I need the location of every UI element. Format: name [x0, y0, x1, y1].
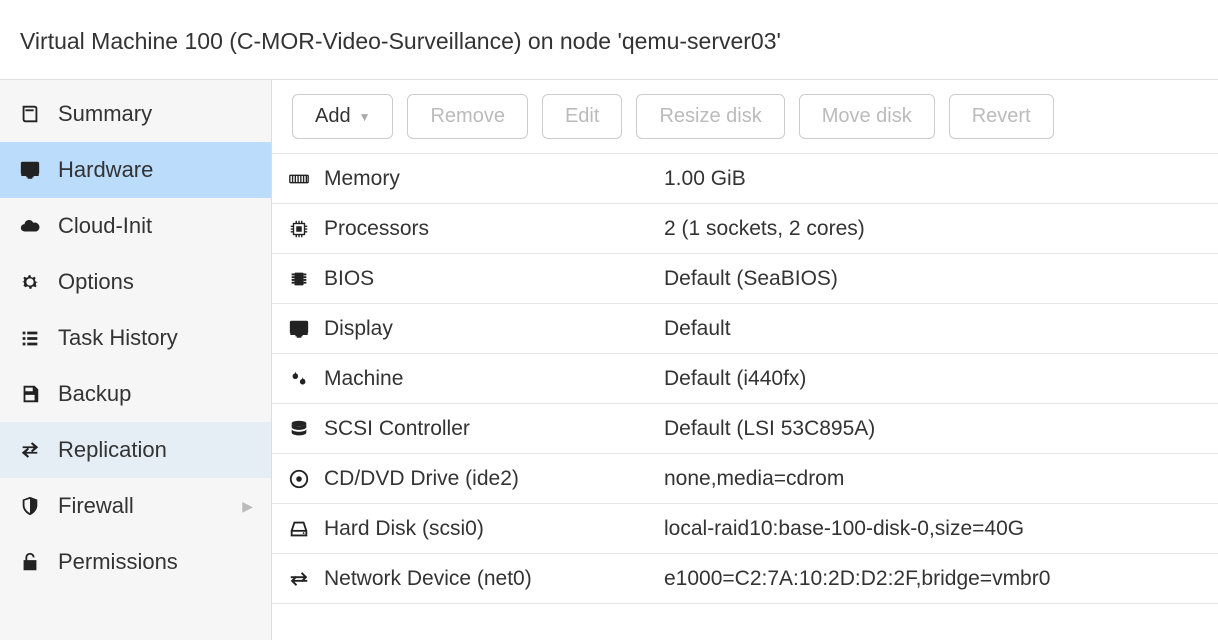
sidebar-item-label: Replication [58, 437, 167, 463]
chevron-right-icon: ▶ [242, 498, 253, 515]
hardware-row-label: Display [324, 317, 664, 341]
desktop-icon [288, 318, 324, 340]
hardware-row-value: 1.00 GiB [664, 167, 1202, 191]
sidebar-item-label: Backup [58, 381, 131, 407]
cpu-icon [288, 218, 324, 240]
hardware-row-label: CD/DVD Drive (ide2) [324, 467, 664, 491]
sidebar-item-label: Task History [58, 325, 178, 351]
unlock-icon [18, 551, 42, 573]
network-icon [288, 568, 324, 590]
hardware-row-cd-dvd-drive-ide2[interactable]: CD/DVD Drive (ide2)none,media=cdrom [272, 454, 1218, 504]
sidebar-item-label: Summary [58, 101, 152, 127]
hardware-row-label: Memory [324, 167, 664, 191]
gear-icon [18, 271, 42, 293]
sidebar-item-label: Permissions [58, 549, 178, 575]
hardware-row-label: BIOS [324, 267, 664, 291]
hardware-row-label: Processors [324, 217, 664, 241]
disc-icon [288, 468, 324, 490]
hardware-row-display[interactable]: DisplayDefault [272, 304, 1218, 354]
cogs-icon [288, 368, 324, 390]
edit-button[interactable]: Edit [542, 94, 622, 139]
desktop-icon [18, 159, 42, 181]
hardware-grid: Memory1.00 GiBProcessors2 (1 sockets, 2 … [272, 154, 1218, 640]
toolbar: Add ▼ Remove Edit Resize disk Move disk … [272, 80, 1218, 154]
sidebar-item-label: Hardware [58, 157, 153, 183]
chevron-down-icon: ▼ [359, 110, 371, 124]
sidebar-item-permissions[interactable]: Permissions [0, 534, 271, 590]
hardware-row-label: Machine [324, 367, 664, 391]
remove-button[interactable]: Remove [407, 94, 527, 139]
hardware-row-value: Default [664, 317, 1202, 341]
sidebar-item-label: Options [58, 269, 134, 295]
hardware-row-memory[interactable]: Memory1.00 GiB [272, 154, 1218, 204]
save-icon [18, 383, 42, 405]
sidebar-item-options[interactable]: Options [0, 254, 271, 310]
sidebar-item-label: Cloud-Init [58, 213, 152, 239]
hardware-row-network-device-net0[interactable]: Network Device (net0)e1000=C2:7A:10:2D:D… [272, 554, 1218, 604]
page-title: Virtual Machine 100 (C-MOR-Video-Surveil… [0, 0, 1218, 80]
sidebar-item-summary[interactable]: Summary [0, 86, 271, 142]
move-disk-button[interactable]: Move disk [799, 94, 935, 139]
hardware-row-label: SCSI Controller [324, 417, 664, 441]
sidebar-item-task-history[interactable]: Task History [0, 310, 271, 366]
cloud-icon [18, 215, 42, 237]
hardware-row-value: Default (SeaBIOS) [664, 267, 1202, 291]
sidebar-item-firewall[interactable]: Firewall ▶ [0, 478, 271, 534]
revert-button[interactable]: Revert [949, 94, 1054, 139]
hardware-row-value: Default (LSI 53C895A) [664, 417, 1202, 441]
hardware-row-processors[interactable]: Processors2 (1 sockets, 2 cores) [272, 204, 1218, 254]
hardware-row-hard-disk-scsi0[interactable]: Hard Disk (scsi0)local-raid10:base-100-d… [272, 504, 1218, 554]
list-icon [18, 327, 42, 349]
exchange-icon [18, 439, 42, 461]
hardware-row-label: Network Device (net0) [324, 567, 664, 591]
sidebar-item-hardware[interactable]: Hardware [0, 142, 271, 198]
shield-icon [18, 495, 42, 517]
sidebar: Summary Hardware Cloud-Init Options Task His… [0, 80, 272, 640]
hardware-row-value: Default (i440fx) [664, 367, 1202, 391]
resize-disk-button[interactable]: Resize disk [636, 94, 784, 139]
add-button[interactable]: Add ▼ [292, 94, 393, 139]
chip-icon [288, 268, 324, 290]
sidebar-item-label: Firewall [58, 493, 134, 519]
sidebar-item-replication[interactable]: Replication [0, 422, 271, 478]
hardware-row-value: none,media=cdrom [664, 467, 1202, 491]
hardware-row-value: local-raid10:base-100-disk-0,size=40G [664, 517, 1202, 541]
memory-icon [288, 168, 324, 190]
book-icon [18, 103, 42, 125]
hdd-icon [288, 518, 324, 540]
sidebar-item-backup[interactable]: Backup [0, 366, 271, 422]
hardware-row-value: 2 (1 sockets, 2 cores) [664, 217, 1202, 241]
sidebar-item-cloud-init[interactable]: Cloud-Init [0, 198, 271, 254]
hardware-row-scsi-controller[interactable]: SCSI ControllerDefault (LSI 53C895A) [272, 404, 1218, 454]
database-icon [288, 418, 324, 440]
hardware-row-label: Hard Disk (scsi0) [324, 517, 664, 541]
hardware-row-value: e1000=C2:7A:10:2D:D2:2F,bridge=vmbr0 [664, 567, 1202, 591]
hardware-row-machine[interactable]: MachineDefault (i440fx) [272, 354, 1218, 404]
hardware-row-bios[interactable]: BIOSDefault (SeaBIOS) [272, 254, 1218, 304]
